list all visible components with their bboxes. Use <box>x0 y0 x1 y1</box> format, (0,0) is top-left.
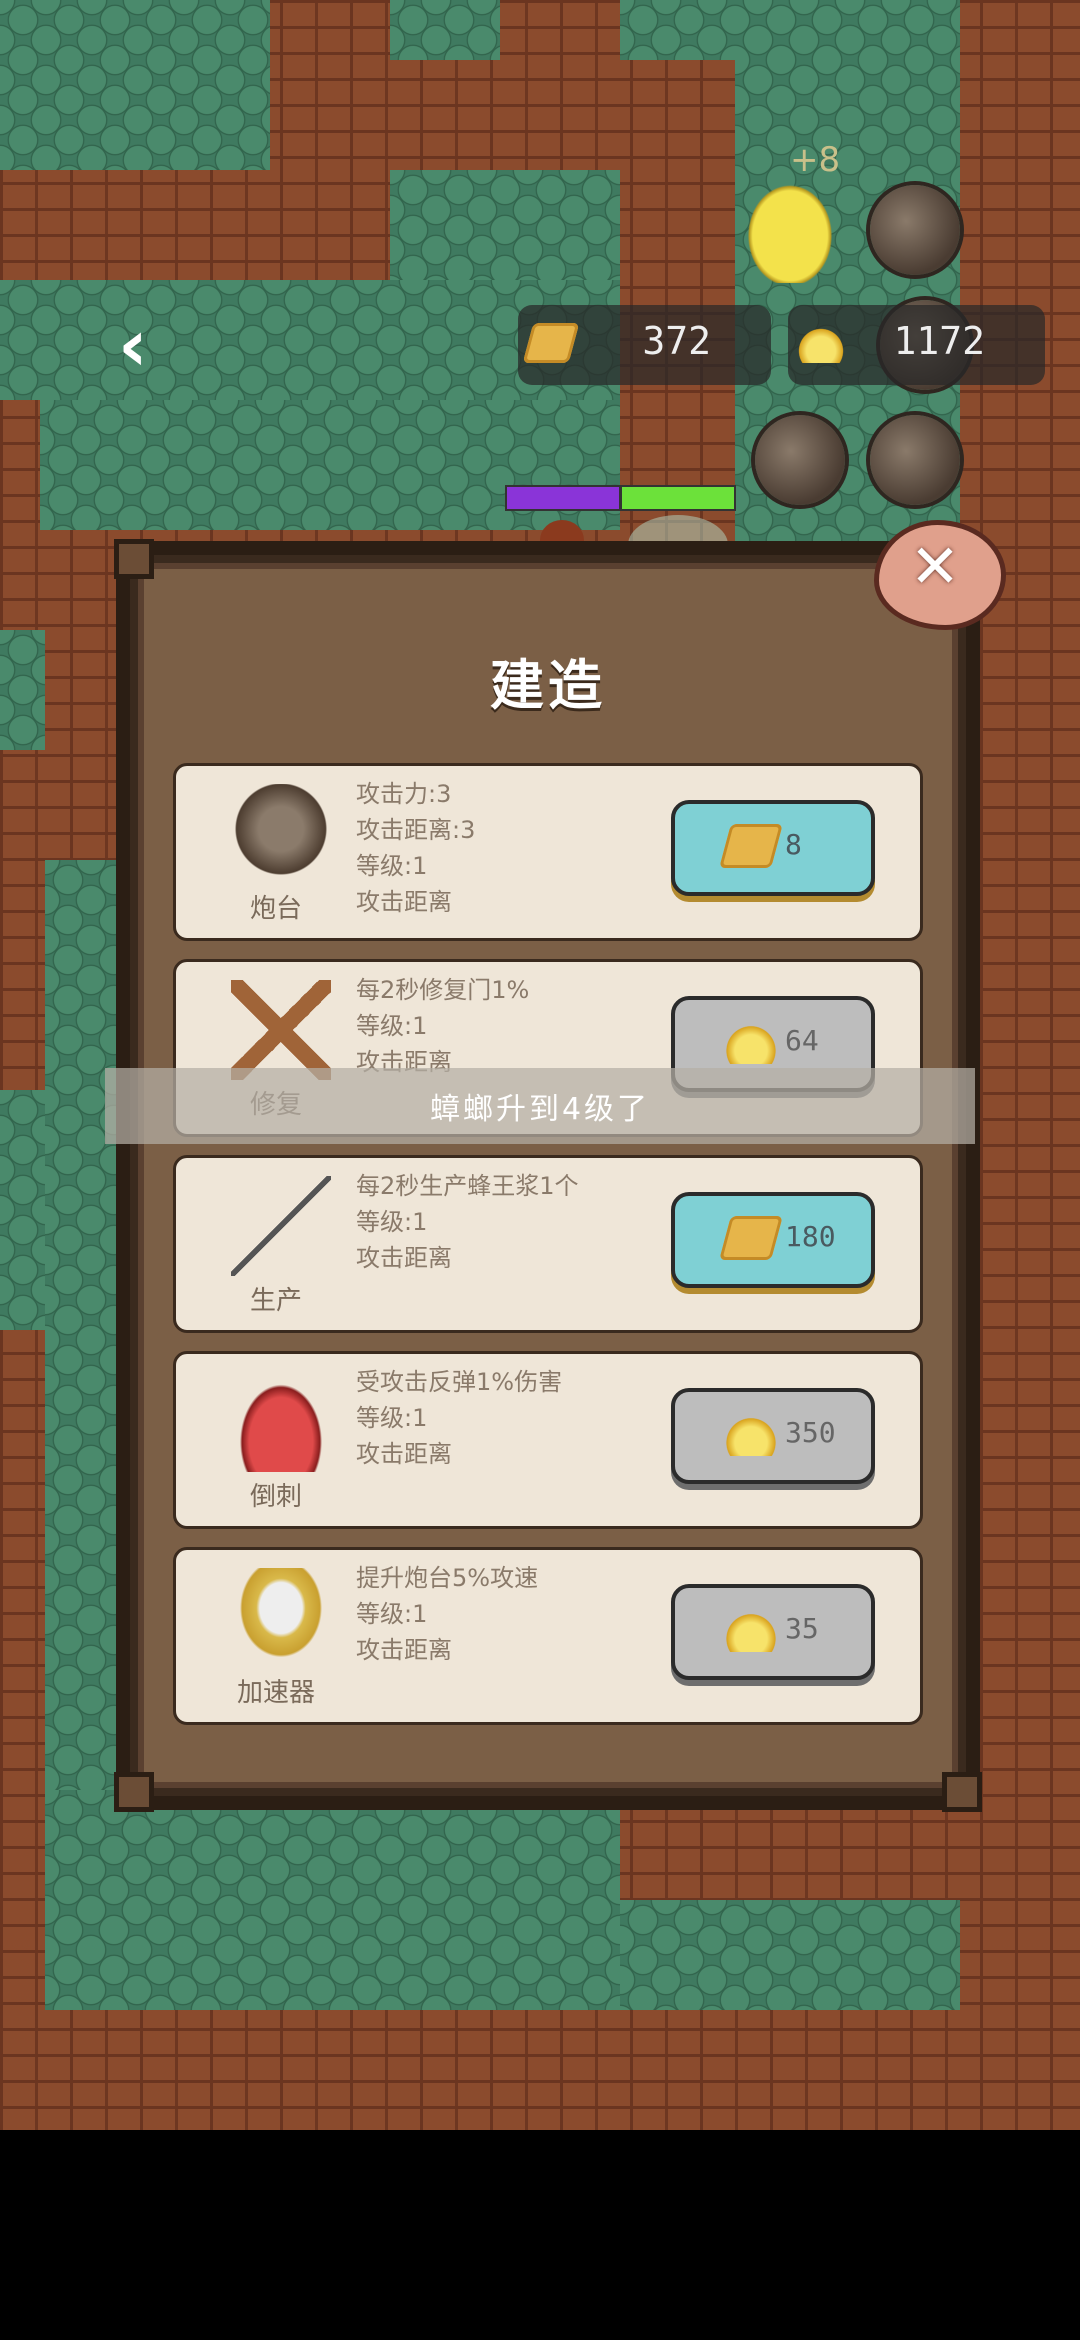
toast-notification: 蟑螂升到4级了 <box>105 1068 975 1144</box>
price-value: 8 <box>785 828 802 861</box>
panel-corner-ornament <box>942 1772 982 1812</box>
buy-button[interactable]: 350 <box>671 1388 875 1484</box>
accelerator-icon <box>231 1568 331 1668</box>
stat-line: 攻击距离 <box>356 1636 452 1664</box>
buy-button[interactable]: 8 <box>671 800 875 896</box>
build-item-stats: 每2秒生产蜂王浆1个 等级:1 攻击距离 <box>356 1168 579 1276</box>
build-overlay: 建造 炮台攻击力:3攻击距离:3等级:1攻击距离8修复每2秒修复门1%等级:1攻… <box>0 0 1080 2130</box>
build-item-name: 炮台 <box>249 894 302 924</box>
stat-line: 等级:1 <box>356 852 428 880</box>
honeycomb-icon <box>719 1216 783 1260</box>
panel-corner-ornament <box>114 1772 154 1812</box>
build-item-name: 生产 <box>249 1286 302 1316</box>
build-item-card[interactable]: 加速器 提升炮台5%攻速 等级:1 攻击距离 35 <box>173 1547 923 1725</box>
stat-line: 等级:1 <box>356 1600 428 1628</box>
build-item-stats: 每2秒修复门1% 等级:1 攻击距离 <box>356 972 529 1080</box>
toast-text: 蟑螂升到4级了 <box>429 1092 651 1127</box>
stat-line: 每2秒修复门1% <box>356 976 530 1004</box>
turret-icon <box>231 784 331 884</box>
repair-icon <box>231 980 331 1080</box>
build-item-card[interactable]: 生产 每2秒生产蜂王浆1个 等级:1 攻击距离 180 <box>173 1155 923 1333</box>
panel-corner-ornament <box>114 539 154 579</box>
close-button[interactable]: ✕ <box>874 520 1006 630</box>
build-item-stats: 提升炮台5%攻速 等级:1 攻击距离 <box>356 1560 538 1668</box>
build-panel: 建造 炮台攻击力:3攻击距离:3等级:1攻击距离8修复每2秒修复门1%等级:1攻… <box>114 539 982 1812</box>
needle-icon <box>231 1176 331 1276</box>
stat-line: 等级:1 <box>356 1208 428 1236</box>
price-value: 35 <box>785 1612 819 1645</box>
panel-title: 建造 <box>490 654 606 717</box>
royal-jelly-icon <box>725 1412 777 1456</box>
spike-icon <box>231 1372 331 1472</box>
stat-line: 受攻击反弹1%伤害 <box>356 1368 563 1396</box>
build-item-stats: 受攻击反弹1%伤害 等级:1 攻击距离 <box>356 1364 562 1472</box>
stat-line: 攻击力:3 <box>356 780 452 808</box>
buy-button[interactable]: 180 <box>671 1192 875 1288</box>
build-item-stats: 攻击力:3 攻击距离:3 等级:1 攻击距离 <box>356 776 475 920</box>
close-icon: ✕ <box>909 532 961 602</box>
price-value: 64 <box>785 1024 819 1057</box>
stat-line: 每2秒生产蜂王浆1个 <box>356 1172 579 1200</box>
stat-line: 攻击距离 <box>356 1440 452 1468</box>
royal-jelly-icon <box>725 1020 777 1064</box>
stat-line: 攻击距离 <box>356 888 452 916</box>
stat-line: 等级:1 <box>356 1404 428 1432</box>
honeycomb-icon <box>719 824 783 868</box>
stat-line: 攻击距离 <box>356 1244 452 1272</box>
price-value: 350 <box>785 1416 836 1449</box>
buy-button[interactable]: 35 <box>671 1584 875 1680</box>
build-item-name: 倒刺 <box>249 1482 302 1512</box>
stat-line: 提升炮台5%攻速 <box>356 1564 539 1592</box>
royal-jelly-icon <box>725 1608 777 1652</box>
system-nav-bar <box>0 2130 1080 2340</box>
build-item-card[interactable]: 倒刺 受攻击反弹1%伤害 等级:1 攻击距离 350 <box>173 1351 923 1529</box>
stat-line: 等级:1 <box>356 1012 428 1040</box>
build-item-name: 加速器 <box>236 1678 315 1708</box>
price-value: 180 <box>785 1220 836 1253</box>
build-item-card[interactable]: 炮台 攻击力:3 攻击距离:3 等级:1 攻击距离 8 <box>173 763 923 941</box>
stat-line: 攻击距离:3 <box>356 816 476 844</box>
